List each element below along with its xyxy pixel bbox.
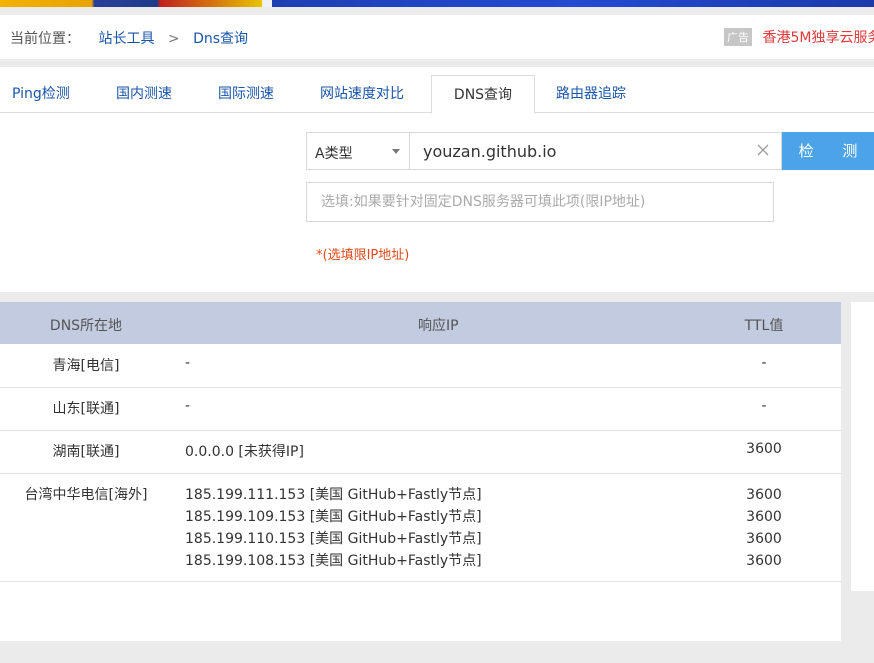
- domain-field[interactable]: [410, 132, 782, 170]
- breadcrumb-bar: 当前位置： 站长工具 > Dns查询 广告 香港5M独享云服务: [0, 15, 874, 59]
- chevron-down-icon: [392, 149, 400, 154]
- dns-server-input[interactable]: [319, 193, 763, 211]
- row-ttl: -: [761, 398, 767, 414]
- tab-ping[interactable]: Ping检测: [12, 75, 70, 112]
- table-row: 山东[联通] - -: [0, 387, 841, 431]
- table-header: DNS所在地 响应IP TTL值: [0, 302, 841, 344]
- table-row: 台湾中华电信[海外] 185.199.111.153 [美国 GitHub+Fa…: [0, 473, 841, 582]
- row-ttl: 3600: [746, 509, 782, 525]
- check-button[interactable]: 检 测: [782, 132, 874, 170]
- breadcrumb-home-link[interactable]: 站长工具: [98, 31, 154, 47]
- row-ip-list: 185.199.111.153 [美国 GitHub+Fastly节点] 185…: [185, 484, 482, 572]
- row-ip: 0.0.0.0 [未获得IP]: [185, 444, 304, 460]
- row-ip: -: [185, 398, 191, 414]
- row-location: 山东[联通]: [52, 401, 120, 417]
- column-header-ip: 响应IP: [418, 318, 459, 334]
- row-ip: 185.199.110.153 [美国 GitHub+Fastly节点]: [185, 531, 482, 547]
- row-ttl-list: 3600 3600 3600 3600: [700, 484, 828, 572]
- tool-tabs: Ping检测 国内测速 国际测速 网站速度对比 DNS查询 路由器追踪: [0, 75, 874, 114]
- banner-ad-left[interactable]: [0, 0, 262, 7]
- column-header-ttl: TTL值: [744, 318, 784, 334]
- table-row: 青海[电信] - -: [0, 344, 841, 388]
- top-banner[interactable]: [0, 0, 874, 7]
- row-ip: 185.199.109.153 [美国 GitHub+Fastly节点]: [185, 509, 482, 525]
- row-ttl: 3600: [746, 441, 782, 457]
- breadcrumb-separator: >: [167, 31, 180, 47]
- ad-tag: 广告: [724, 28, 752, 46]
- results-table: DNS所在地 响应IP TTL值 青海[电信] - - 山东[联通] - - 湖…: [0, 302, 841, 641]
- breadcrumb-label: 当前位置：: [10, 31, 80, 47]
- breadcrumb: 当前位置： 站长工具 > Dns查询: [10, 28, 248, 48]
- row-ip: 185.199.108.153 [美国 GitHub+Fastly节点]: [185, 553, 482, 569]
- row-ttl: -: [761, 355, 767, 371]
- row-ttl: 3600: [746, 553, 782, 569]
- table-row: 湖南[联通] 0.0.0.0 [未获得IP] 3600: [0, 430, 841, 474]
- record-type-value: A类型: [315, 146, 353, 162]
- tab-site-compare[interactable]: 网站速度对比: [320, 75, 404, 112]
- ad-link[interactable]: 广告 香港5M独享云服务: [724, 27, 874, 47]
- record-type-select[interactable]: A类型: [306, 132, 410, 170]
- dns-server-field[interactable]: [306, 182, 774, 222]
- row-ip: 185.199.111.153 [美国 GitHub+Fastly节点]: [185, 487, 482, 503]
- tab-dns-query[interactable]: DNS查询: [431, 75, 535, 114]
- row-location: 台湾中华电信[海外]: [24, 487, 148, 503]
- close-icon[interactable]: [755, 142, 771, 158]
- right-sidebar: [851, 302, 874, 591]
- tab-traceroute[interactable]: 路由器追踪: [556, 75, 626, 112]
- query-panel: Ping检测 国内测速 国际测速 网站速度对比 DNS查询 路由器追踪 A类型 …: [0, 67, 874, 292]
- domain-input[interactable]: [421, 141, 745, 162]
- row-location: 青海[电信]: [52, 358, 120, 374]
- banner-ad-right[interactable]: [272, 0, 874, 7]
- tab-international-speed[interactable]: 国际测速: [218, 75, 274, 112]
- dns-server-note: *(选填限IP地址): [316, 248, 410, 263]
- row-ip: -: [185, 355, 191, 371]
- row-ttl: 3600: [746, 487, 782, 503]
- row-location: 湖南[联通]: [52, 444, 120, 460]
- tab-domestic-speed[interactable]: 国内测速: [116, 75, 172, 112]
- column-header-location: DNS所在地: [49, 318, 123, 334]
- ad-text[interactable]: 香港5M独享云服务: [762, 30, 874, 46]
- row-ttl: 3600: [746, 531, 782, 547]
- breadcrumb-current-link[interactable]: Dns查询: [193, 31, 248, 47]
